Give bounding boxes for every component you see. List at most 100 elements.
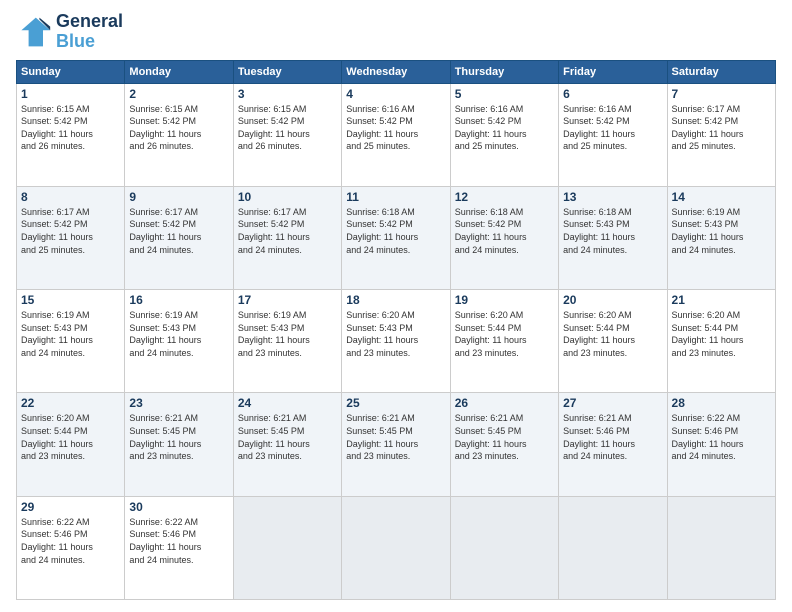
day-info: Sunrise: 6:17 AM Sunset: 5:42 PM Dayligh… [672,103,771,153]
calendar-cell: 1 Sunrise: 6:15 AM Sunset: 5:42 PM Daylig… [17,83,125,186]
calendar-header-monday: Monday [125,60,233,83]
day-number: 15 [21,293,120,307]
calendar-cell: 15 Sunrise: 6:19 AM Sunset: 5:43 PM Dayli… [17,290,125,393]
calendar-cell: 27 Sunrise: 6:21 AM Sunset: 5:46 PM Dayli… [559,393,667,496]
day-info: Sunrise: 6:19 AM Sunset: 5:43 PM Dayligh… [672,206,771,256]
day-info: Sunrise: 6:22 AM Sunset: 5:46 PM Dayligh… [21,516,120,566]
day-info: Sunrise: 6:20 AM Sunset: 5:44 PM Dayligh… [563,309,662,359]
day-number: 5 [455,87,554,101]
day-number: 30 [129,500,228,514]
day-info: Sunrise: 6:22 AM Sunset: 5:46 PM Dayligh… [129,516,228,566]
day-number: 21 [672,293,771,307]
logo: General Blue [16,12,123,52]
day-number: 1 [21,87,120,101]
calendar-cell: 30 Sunrise: 6:22 AM Sunset: 5:46 PM Dayli… [125,496,233,599]
calendar-header-wednesday: Wednesday [342,60,450,83]
page: General Blue SundayMondayTuesdayWednesda… [0,0,792,612]
day-info: Sunrise: 6:17 AM Sunset: 5:42 PM Dayligh… [238,206,337,256]
day-number: 13 [563,190,662,204]
day-info: Sunrise: 6:22 AM Sunset: 5:46 PM Dayligh… [672,412,771,462]
day-number: 27 [563,396,662,410]
logo-text: General Blue [56,12,123,52]
day-info: Sunrise: 6:21 AM Sunset: 5:45 PM Dayligh… [455,412,554,462]
day-number: 26 [455,396,554,410]
calendar-header-row: SundayMondayTuesdayWednesdayThursdayFrid… [17,60,776,83]
day-number: 14 [672,190,771,204]
day-number: 9 [129,190,228,204]
day-info: Sunrise: 6:15 AM Sunset: 5:42 PM Dayligh… [21,103,120,153]
calendar-cell: 18 Sunrise: 6:20 AM Sunset: 5:43 PM Dayli… [342,290,450,393]
day-number: 11 [346,190,445,204]
calendar-cell: 6 Sunrise: 6:16 AM Sunset: 5:42 PM Daylig… [559,83,667,186]
calendar-header-thursday: Thursday [450,60,558,83]
day-number: 2 [129,87,228,101]
day-number: 4 [346,87,445,101]
day-info: Sunrise: 6:20 AM Sunset: 5:43 PM Dayligh… [346,309,445,359]
day-info: Sunrise: 6:21 AM Sunset: 5:46 PM Dayligh… [563,412,662,462]
calendar-cell: 23Sunrise: 6:21 AM Sunset: 5:45 PM Dayli… [125,393,233,496]
calendar-cell [559,496,667,599]
logo-icon [16,14,52,50]
day-number: 20 [563,293,662,307]
day-number: 12 [455,190,554,204]
day-number: 29 [21,500,120,514]
day-info: Sunrise: 6:21 AM Sunset: 5:45 PM Dayligh… [129,412,228,462]
calendar-header-tuesday: Tuesday [233,60,341,83]
day-number: 19 [455,293,554,307]
day-info: Sunrise: 6:18 AM Sunset: 5:43 PM Dayligh… [563,206,662,256]
calendar-cell: 25 Sunrise: 6:21 AM Sunset: 5:45 PM Dayli… [342,393,450,496]
day-info: Sunrise: 6:19 AM Sunset: 5:43 PM Dayligh… [21,309,120,359]
day-number: 28 [672,396,771,410]
day-info: Sunrise: 6:18 AM Sunset: 5:42 PM Dayligh… [455,206,554,256]
day-number: 25 [346,396,445,410]
day-info: Sunrise: 6:21 AM Sunset: 5:45 PM Dayligh… [238,412,337,462]
day-number: 24 [238,396,337,410]
calendar-cell: 20 Sunrise: 6:20 AM Sunset: 5:44 PM Dayli… [559,290,667,393]
day-info: Sunrise: 6:15 AM Sunset: 5:42 PM Dayligh… [129,103,228,153]
calendar-cell: 5 Sunrise: 6:16 AM Sunset: 5:42 PM Daylig… [450,83,558,186]
calendar-week-row: 1 Sunrise: 6:15 AM Sunset: 5:42 PM Daylig… [17,83,776,186]
day-info: Sunrise: 6:19 AM Sunset: 5:43 PM Dayligh… [129,309,228,359]
calendar-cell: 8Sunrise: 6:17 AM Sunset: 5:42 PM Daylig… [17,186,125,289]
day-info: Sunrise: 6:17 AM Sunset: 5:42 PM Dayligh… [129,206,228,256]
day-number: 10 [238,190,337,204]
calendar-cell: 26 Sunrise: 6:21 AM Sunset: 5:45 PM Dayli… [450,393,558,496]
calendar-cell: 13 Sunrise: 6:18 AM Sunset: 5:43 PM Dayli… [559,186,667,289]
calendar-cell: 10 Sunrise: 6:17 AM Sunset: 5:42 PM Dayli… [233,186,341,289]
calendar-cell: 21 Sunrise: 6:20 AM Sunset: 5:44 PM Dayli… [667,290,775,393]
day-number: 7 [672,87,771,101]
calendar-cell: 12 Sunrise: 6:18 AM Sunset: 5:42 PM Dayli… [450,186,558,289]
day-number: 18 [346,293,445,307]
day-info: Sunrise: 6:15 AM Sunset: 5:42 PM Dayligh… [238,103,337,153]
calendar-cell: 24 Sunrise: 6:21 AM Sunset: 5:45 PM Dayli… [233,393,341,496]
calendar-cell [450,496,558,599]
calendar-cell: 9 Sunrise: 6:17 AM Sunset: 5:42 PM Daylig… [125,186,233,289]
calendar-table: SundayMondayTuesdayWednesdayThursdayFrid… [16,60,776,600]
day-info: Sunrise: 6:20 AM Sunset: 5:44 PM Dayligh… [21,412,120,462]
day-info: Sunrise: 6:18 AM Sunset: 5:42 PM Dayligh… [346,206,445,256]
calendar-cell [342,496,450,599]
calendar-header-sunday: Sunday [17,60,125,83]
calendar-cell: 7 Sunrise: 6:17 AM Sunset: 5:42 PM Daylig… [667,83,775,186]
day-info: Sunrise: 6:19 AM Sunset: 5:43 PM Dayligh… [238,309,337,359]
day-number: 8 [21,190,120,204]
calendar-week-row: 29 Sunrise: 6:22 AM Sunset: 5:46 PM Dayli… [17,496,776,599]
calendar-week-row: 8 Sunrise: 6:17 AM Sunset: 5:42 PM Daylig… [17,186,776,289]
day-number: 22 [21,396,120,410]
calendar-cell: 22 Sunrise: 6:20 AM Sunset: 5:44 PM Dayli… [17,393,125,496]
day-number: 6 [563,87,662,101]
day-info: Sunrise: 6:16 AM Sunset: 5:42 PM Dayligh… [563,103,662,153]
calendar-cell: 17 Sunrise: 6:19 AM Sunset: 5:43 PM Dayli… [233,290,341,393]
calendar-cell [233,496,341,599]
day-info: Sunrise: 6:16 AM Sunset: 5:42 PM Dayligh… [455,103,554,153]
day-info: Sunrise: 6:20 AM Sunset: 5:44 PM Dayligh… [672,309,771,359]
calendar-cell: 16 Sunrise: 6:19 AM Sunset: 5:43 PM Dayli… [125,290,233,393]
calendar-cell: 19Sunrise: 6:20 AM Sunset: 5:44 PM Dayli… [450,290,558,393]
calendar-cell: 29 Sunrise: 6:22 AM Sunset: 5:46 PM Dayli… [17,496,125,599]
day-number: 17 [238,293,337,307]
day-number: 16 [129,293,228,307]
calendar-cell [667,496,775,599]
day-info: Sunrise: 6:21 AM Sunset: 5:45 PM Dayligh… [346,412,445,462]
calendar-cell: 3 Sunrise: 6:15 AM Sunset: 5:42 PM Daylig… [233,83,341,186]
day-number: 3 [238,87,337,101]
